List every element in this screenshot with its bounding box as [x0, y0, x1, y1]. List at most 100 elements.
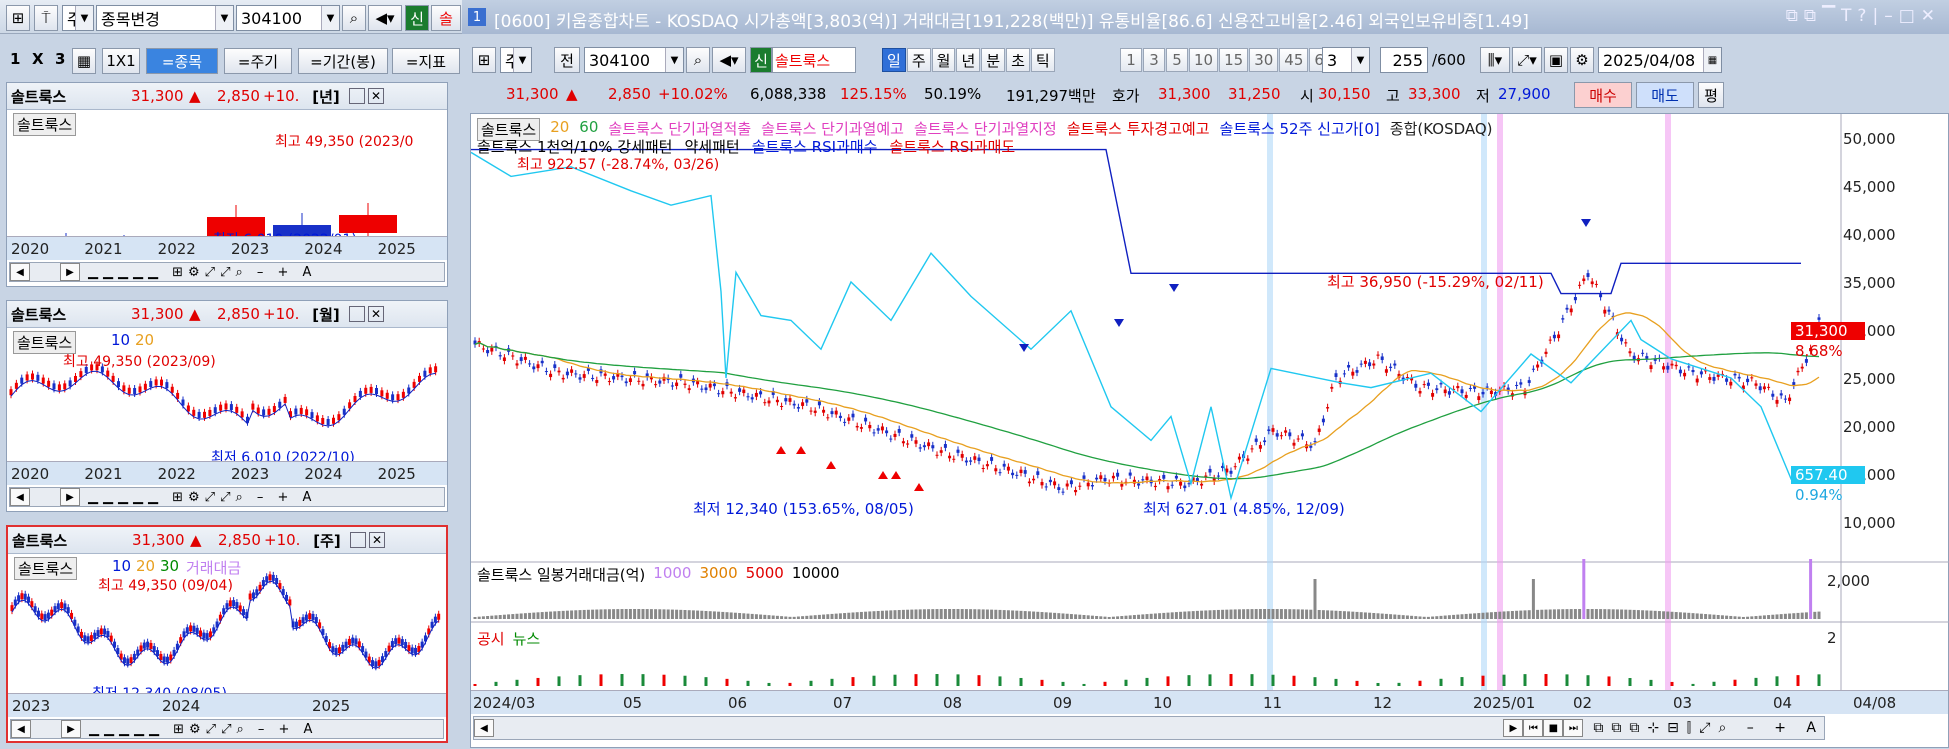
layout-3[interactable]: 3: [55, 50, 65, 68]
mini-scrollbar[interactable]: ◀ ▶ ▁▁▁▁▁ ⊞⚙⤢⤢⌕ – + A: [9, 487, 445, 507]
scroll-first-icon[interactable]: ⏮: [1523, 719, 1544, 737]
high-price: 33,300: [1408, 85, 1461, 103]
stock-name[interactable]: 솔트룩스: [772, 47, 856, 73]
period-tab[interactable]: 월: [931, 48, 956, 72]
date-input[interactable]: 2025/04/08 ▦: [1598, 47, 1722, 73]
minute-tab[interactable]: 30: [1249, 48, 1279, 72]
period-tab[interactable]: 일: [882, 48, 906, 72]
window-icon[interactable]: ⊞: [472, 47, 496, 73]
legend-item[interactable]: 솔트룩스 투자경고예고: [1067, 118, 1210, 141]
period-tab[interactable]: 틱: [1030, 48, 1055, 72]
period-tab[interactable]: 초: [1006, 48, 1030, 72]
buy-button[interactable]: 매수: [1574, 82, 1632, 108]
volume-legend-name[interactable]: 솔트룩스 일봉거래대금(억): [477, 564, 645, 585]
maximize-icon[interactable]: [350, 532, 366, 548]
scroll-last-icon[interactable]: ⏭: [1563, 719, 1584, 737]
scroll-left-icon[interactable]: ◀: [10, 263, 30, 281]
sell-button[interactable]: 매도: [1636, 82, 1694, 108]
legend-item[interactable]: 솔트룩스 RSI과매수: [752, 136, 878, 157]
grid-icon[interactable]: ▦: [72, 48, 96, 74]
legend-item[interactable]: 솔트룩스 RSI과매도: [889, 136, 1015, 157]
tab-range[interactable]: =기간(봉): [298, 48, 388, 74]
minute-tab[interactable]: 45: [1279, 48, 1309, 72]
calendar-icon[interactable]: ▦: [1703, 48, 1721, 72]
speaker-icon[interactable]: ◀▾: [712, 47, 746, 73]
minute-tab[interactable]: 1: [1120, 48, 1142, 72]
one-by-one-button[interactable]: 1X1: [102, 48, 140, 74]
num-select[interactable]: 3 ▼: [1322, 47, 1370, 73]
candle-body: [1296, 438, 1300, 440]
mini-scrollbar[interactable]: ◀ ▶ ▁▁▁▁▁ ⊞⚙⤢⤢⌕ – + A: [9, 262, 445, 282]
news-bar: [704, 677, 708, 686]
mini-scrollbar[interactable]: ◀ ▶ ▁▁▁▁▁ ⊞⚙⤢⤢⌕ – + A: [10, 719, 444, 739]
gear-icon[interactable]: ⚙: [1570, 47, 1594, 73]
mode-select[interactable]: 주▼: [500, 47, 532, 73]
mini-stock-name[interactable]: 솔트룩스: [12, 530, 132, 551]
volume-bar: [1174, 612, 1178, 619]
scroll-left-icon[interactable]: ◀: [11, 720, 31, 738]
mini-stock-name[interactable]: 솔트룩스: [11, 86, 131, 107]
minute-tab[interactable]: 15: [1219, 48, 1249, 72]
mini-chart-0[interactable]: 솔트룩스 31,300 ▲ 2,850 +10. [년] ✕ 솔트룩스 최고 4…: [6, 82, 448, 287]
period-tab[interactable]: 분: [981, 48, 1006, 72]
main-chart[interactable]: 솔트룩스 20 60 솔트룩스 단기과열적출 솔트룩스 단기과열예고 솔트룩스 …: [470, 113, 1949, 748]
news-label[interactable]: 뉴스: [513, 628, 541, 649]
code-input[interactable]: 304100 ▼: [236, 5, 340, 31]
jeon-button[interactable]: 전: [554, 47, 580, 73]
stop-icon[interactable]: ■: [1543, 719, 1564, 737]
tab-stock[interactable]: =종목: [146, 48, 218, 74]
mini-tools-icons[interactable]: ▁▁▁▁▁ ⊞⚙⤢⤢⌕ – + A: [88, 490, 316, 505]
scroll-left-icon[interactable]: ◀: [10, 488, 30, 506]
shin-button[interactable]: 신: [750, 47, 772, 73]
flat-button[interactable]: 평: [1698, 82, 1724, 108]
search-icon[interactable]: ⌕: [342, 5, 366, 31]
mini-chart-2[interactable]: 솔트룩스 31,300 ▲ 2,850 +10. [주] ✕ 솔트룩스 10 2…: [6, 525, 448, 743]
scroll-right-icon[interactable]: ▶: [60, 263, 80, 281]
search-icon[interactable]: ⌕: [686, 47, 710, 73]
mini-period[interactable]: [주]: [304, 530, 350, 551]
scroll-right-icon[interactable]: ▶: [61, 720, 81, 738]
main-scrollbar[interactable]: ◀ ▶ ⏮ ■ ⏭ ⧉⧉⧉⊹⊟⫿⤢⌕ – + A: [473, 716, 1825, 740]
layout-1[interactable]: 1: [10, 50, 20, 68]
window-controls[interactable]: ⧉⧉▔T?|–□✕: [1786, 6, 1941, 26]
shin-button[interactable]: 신: [405, 5, 429, 31]
gongsi-label[interactable]: 공시: [477, 628, 505, 649]
chart-tools-icons[interactable]: ⧉⧉⧉⊹⊟⫿⤢⌕ – + A: [1593, 720, 1824, 736]
maximize-icon[interactable]: [349, 306, 365, 322]
close-icon[interactable]: ✕: [369, 532, 385, 548]
candle-type-icon[interactable]: ⫼▾: [1480, 47, 1510, 73]
tab-period[interactable]: =주기: [224, 48, 292, 74]
speaker-icon[interactable]: ◀▾: [368, 5, 402, 31]
mini-chart-1[interactable]: 솔트룩스 31,300 ▲ 2,850 +10. [월] ✕ 솔트룩스 10 2…: [6, 300, 448, 512]
period-tab[interactable]: 년: [956, 48, 981, 72]
scroll-right-icon[interactable]: ▶: [60, 488, 80, 506]
minute-tab[interactable]: 3: [1143, 48, 1165, 72]
mini-period[interactable]: [년]: [303, 86, 349, 107]
tab-indicator[interactable]: =지표: [392, 48, 460, 74]
count-input[interactable]: 255: [1380, 47, 1428, 73]
code-input[interactable]: 304100 ▼: [584, 47, 684, 73]
legend-item[interactable]: 솔트룩스 52주 신고가[0]: [1220, 118, 1380, 141]
mini-period[interactable]: [월]: [303, 304, 349, 325]
minute-tab[interactable]: 5: [1166, 48, 1188, 72]
window-icon[interactable]: ⊞: [6, 5, 30, 31]
mini-tools-icons[interactable]: ▁▁▁▁▁ ⊞⚙⤢⤢⌕ – + A: [88, 265, 316, 280]
mode-select[interactable]: 주▼: [62, 5, 94, 31]
candle-body: [561, 377, 565, 380]
save-icon[interactable]: ▣: [1544, 47, 1568, 73]
pin-icon[interactable]: ⍑: [34, 5, 58, 31]
close-icon[interactable]: ✕: [368, 88, 384, 104]
stock-change-select[interactable]: 종목변경 ▼: [96, 5, 234, 31]
minute-tab[interactable]: 10: [1189, 48, 1219, 72]
legend-item[interactable]: 종합(KOSDAQ): [1390, 118, 1493, 141]
period-tab[interactable]: 주: [906, 48, 931, 72]
sol-button[interactable]: 솔: [431, 5, 461, 31]
mini-stock-name[interactable]: 솔트룩스: [11, 304, 131, 325]
close-icon[interactable]: ✕: [368, 306, 384, 322]
mini-tools-icons[interactable]: ▁▁▁▁▁ ⊞⚙⤢⤢⌕ – + A: [89, 722, 317, 737]
layout-x[interactable]: X: [32, 50, 44, 68]
scroll-left-icon[interactable]: ◀: [474, 719, 494, 737]
maximize-icon[interactable]: [349, 88, 365, 104]
scroll-right-icon[interactable]: ▶: [1503, 719, 1524, 737]
line-tool-icon[interactable]: ⤢▾: [1512, 47, 1542, 73]
